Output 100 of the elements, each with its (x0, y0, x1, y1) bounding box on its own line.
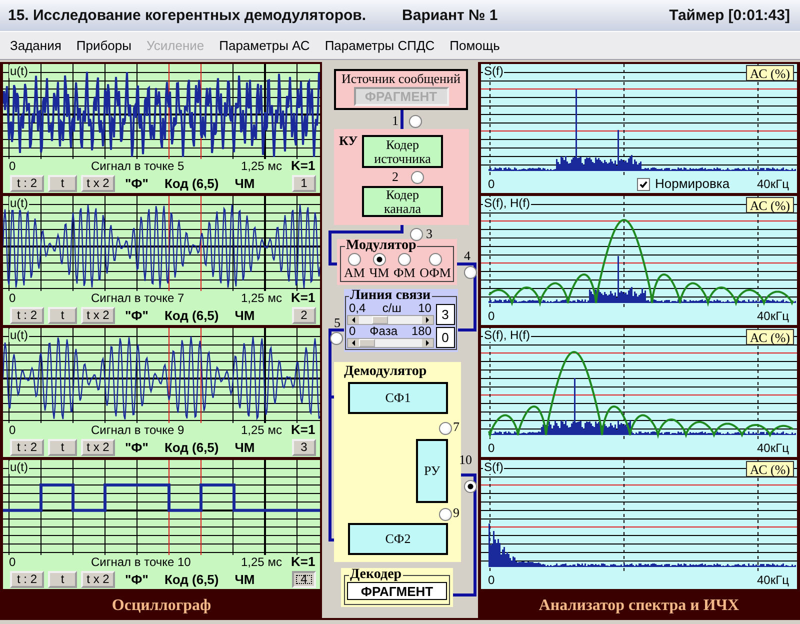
panel-title: Анализатор спектра и ИЧХ (538, 597, 740, 615)
axis-label: S(f), H(f) (483, 329, 531, 342)
scale-button[interactable]: АС (%) (746, 65, 794, 81)
probe-radio[interactable] (330, 332, 343, 345)
panel-title: Осциллограф (112, 597, 212, 615)
time-scale-button[interactable]: t x 2 (81, 174, 115, 192)
radio-button[interactable] (348, 253, 361, 266)
group-title: Модулятор (345, 239, 418, 253)
probe-radio[interactable] (464, 480, 477, 493)
time-scale-button[interactable]: t : 2 (10, 438, 44, 456)
channel-button[interactable]: 3 (292, 438, 316, 456)
radio-button[interactable] (372, 253, 386, 266)
axis-start-label: 0 (488, 176, 495, 193)
right-arrow-icon (426, 340, 428, 346)
fragment-label: "Ф" (125, 176, 148, 190)
radio-button[interactable] (398, 253, 411, 266)
axis-end-label: 1,25 мс (241, 555, 283, 569)
axis-start-label: 0 (488, 440, 495, 457)
menu-item[interactable]: Задания (10, 38, 62, 53)
scale-button[interactable]: АС (%) (746, 197, 794, 213)
radio-button[interactable] (428, 253, 442, 266)
time-scale-button[interactable]: t (48, 306, 77, 324)
fragment-label: "Ф" (125, 308, 148, 322)
probe-label: 7 (453, 420, 460, 434)
axis-label: u(t) (9, 461, 29, 474)
time-scale-button[interactable]: t (48, 174, 77, 192)
axis-start-label: 0 (9, 423, 17, 437)
probe-label: 9 (453, 506, 460, 520)
channel-button[interactable]: 2 (292, 306, 316, 324)
fragment-label: "Ф" (125, 440, 148, 454)
block-title: Источник сообщений (342, 71, 460, 86)
time-scale-button[interactable]: t x 2 (81, 438, 115, 456)
scroll-right-button[interactable] (422, 339, 432, 347)
radio-label[interactable]: ЧМ (369, 266, 390, 279)
axis-label: S(f), H(f) (483, 197, 531, 210)
radio-label[interactable]: АМ (344, 266, 365, 279)
axis-end-label: 40кГц (757, 176, 789, 193)
filter-unit: СФ2 (348, 523, 448, 555)
axis-label: S(f) (483, 65, 504, 78)
signal-caption: Сигнал в точке 10 (91, 555, 192, 569)
variant-label: Вариант № 1 (402, 7, 498, 24)
gain-label: K=1 (291, 159, 316, 173)
radio-label[interactable]: ОФМ (420, 266, 451, 279)
axis-start-label: 0 (9, 159, 17, 173)
slider-label: Фаза (370, 326, 398, 337)
scroll-left-button[interactable] (348, 316, 359, 324)
modulation-label: ЧМ (234, 308, 255, 322)
menu-item[interactable]: Помощь (450, 38, 500, 53)
coder-unit: Кодер канала (362, 186, 443, 217)
time-scale-button[interactable]: t x 2 (81, 570, 115, 588)
channel-button[interactable]: 1 (292, 174, 316, 192)
axis-label: u(t) (9, 65, 29, 78)
filter-unit: СФ1 (348, 382, 448, 414)
scroll-left-button[interactable] (348, 339, 359, 347)
value-field[interactable]: 3 (436, 304, 455, 324)
checkbox-label[interactable]: Нормировка (655, 175, 730, 193)
left-arrow-icon (352, 317, 355, 323)
radio-label[interactable]: ФМ (394, 266, 416, 279)
right-arrow-icon (426, 317, 428, 323)
signal-caption: Сигнал в точке 9 (91, 423, 186, 437)
scale-button[interactable]: АС (%) (746, 461, 794, 477)
scale-min-label: 0 (349, 326, 356, 337)
menu-item[interactable]: Параметры СПДС (324, 38, 435, 53)
time-scale-button[interactable]: t x 2 (81, 306, 115, 324)
value-field[interactable]: 0 (436, 326, 455, 348)
scale-max-label: 10 (418, 303, 432, 314)
time-scale-button[interactable]: t : 2 (10, 570, 44, 588)
time-scale-button[interactable]: t : 2 (10, 174, 44, 192)
modulation-label: ЧМ (234, 572, 255, 586)
text-field[interactable]: ФРАГМЕНТ (347, 582, 447, 600)
scale-min-label: 0,4 (349, 303, 366, 314)
time-scale-button[interactable]: t (48, 438, 77, 456)
time-scale-button[interactable]: t (48, 570, 77, 588)
axis-label: u(t) (9, 197, 29, 210)
menu-item[interactable]: Параметры АС (219, 38, 310, 53)
scrollbar[interactable] (347, 338, 434, 348)
window-title: 15. Исследование когерентных демодуляторов. (8, 7, 366, 24)
time-scale-button[interactable]: t : 2 (10, 306, 44, 324)
slider-thumb[interactable] (372, 316, 388, 324)
probe-radio[interactable] (409, 115, 422, 128)
scrollbar[interactable] (347, 315, 434, 325)
checkbox[interactable] (637, 178, 650, 191)
scroll-right-button[interactable] (422, 316, 432, 324)
code-label: Код (6,5) (164, 308, 219, 322)
fragment-label: "Ф" (125, 572, 148, 586)
slider-thumb[interactable] (359, 339, 375, 347)
signal-caption: Сигнал в точке 5 (91, 159, 186, 173)
code-label: Код (6,5) (164, 176, 219, 190)
probe-radio[interactable] (464, 266, 477, 279)
coder-unit: Кодер источника (362, 135, 443, 168)
probe-radio[interactable] (410, 228, 423, 241)
probe-label: 5 (334, 316, 340, 330)
menu-item[interactable]: Приборы (76, 38, 132, 53)
scale-button[interactable]: АС (%) (746, 329, 794, 345)
decision-unit: РУ (416, 439, 448, 503)
axis-start-label: 0 (488, 308, 495, 325)
connector-line (457, 262, 476, 332)
gain-label: K=1 (291, 423, 316, 437)
signal-caption: Сигнал в точке 7 (91, 291, 186, 305)
axis-label: S(f) (483, 461, 504, 474)
